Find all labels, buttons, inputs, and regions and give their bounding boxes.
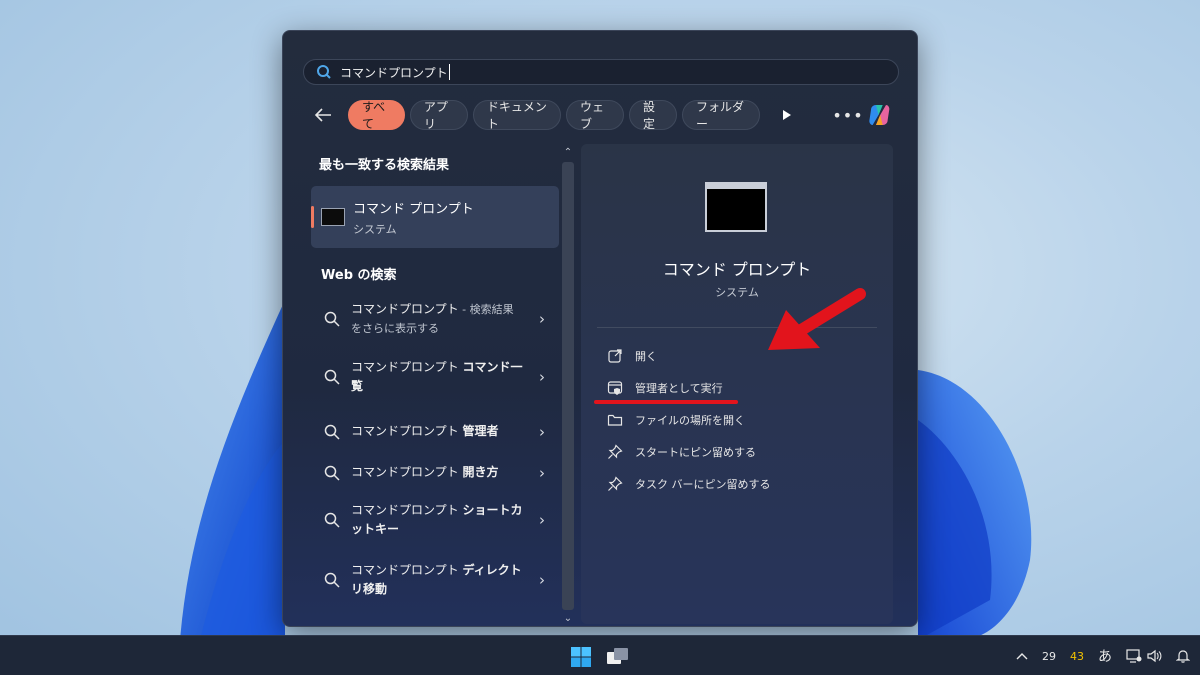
open-external-icon (608, 349, 622, 363)
detail-title: コマンド プロンプト (662, 260, 812, 279)
action-pin-to-start[interactable]: スタートにピン留めする (607, 444, 756, 460)
scrollbar-thumb[interactable] (562, 162, 574, 610)
search-input[interactable]: コマンドプロンプト (340, 64, 448, 81)
action-pin-to-start-label: スタートにピン留めする (635, 446, 756, 459)
web-result-text: コマンドプロンプト (351, 302, 459, 316)
web-result-bold: 開き方 (462, 465, 499, 479)
taskbar: 29 43 あ (0, 635, 1200, 675)
scroll-filters-button[interactable] (775, 101, 798, 129)
chevron-right-icon: › (539, 368, 545, 386)
chevron-right-icon: › (539, 511, 545, 529)
action-pin-to-taskbar-label: タスク バーにピン留めする (635, 478, 771, 491)
web-result-item[interactable]: コマンドプロンプト 管理者 › (323, 422, 559, 441)
filter-chip-web[interactable]: ウェブ (565, 100, 624, 131)
web-result-text: コマンドプロンプト (351, 360, 463, 374)
scroll-down-icon[interactable]: ⌄ (562, 612, 574, 626)
action-pin-to-taskbar[interactable]: タスク バーにピン留めする (607, 476, 771, 492)
filter-chip-documents[interactable]: ドキュメント (472, 100, 561, 131)
chevron-up-icon[interactable] (1016, 652, 1028, 660)
web-result-item[interactable]: コマンドプロンプト ショートカットキー › (323, 501, 559, 539)
ime-indicator[interactable]: あ (1098, 646, 1112, 666)
network-icon[interactable] (1126, 649, 1142, 663)
web-result-item[interactable]: コマンドプロンプト ディレクトリ移動 › (323, 561, 559, 599)
best-match-subtitle: システム (353, 222, 397, 236)
windows-start-icon[interactable] (570, 646, 592, 668)
volume-icon[interactable] (1146, 649, 1162, 663)
chevron-right-icon: › (539, 310, 545, 328)
web-result-bold: 管理者 (462, 424, 499, 438)
play-icon (782, 110, 791, 120)
action-run-as-admin-label: 管理者として実行 (635, 382, 723, 395)
filter-chip-folders[interactable]: フォルダー (681, 100, 760, 131)
web-result-suffix: - 検索結果 (458, 303, 514, 316)
action-open-file-location-label: ファイルの場所を開く (635, 414, 745, 427)
tray-value-1[interactable]: 29 (1042, 650, 1056, 663)
pin-icon (608, 476, 623, 491)
action-open[interactable]: 開く (607, 348, 657, 364)
web-result-item[interactable]: コマンドプロンプト - 検索結果をさらに表示する › (323, 300, 559, 338)
pin-icon (608, 444, 623, 459)
search-icon (324, 424, 340, 440)
action-run-as-admin[interactable]: 管理者として実行 (607, 380, 723, 396)
web-search-heading: Web の検索 (321, 268, 397, 283)
annotation-underline (594, 400, 738, 404)
action-open-file-location[interactable]: ファイルの場所を開く (607, 412, 745, 428)
system-tray: 29 43 あ (1002, 636, 1190, 675)
chevron-right-icon: › (539, 463, 545, 482)
search-icon (324, 572, 340, 588)
web-result-text: コマンドプロンプト (351, 503, 463, 517)
action-open-label: 開く (635, 350, 657, 363)
search-icon (324, 369, 340, 385)
back-button[interactable] (313, 103, 333, 127)
search-icon (324, 465, 340, 481)
web-result-text: コマンドプロンプト (351, 424, 463, 438)
best-match-item[interactable]: コマンド プロンプト システム (311, 186, 559, 248)
results-list: 最も一致する検索結果 コマンド プロンプト システム Web の検索 コマンドプ… (303, 144, 559, 626)
filter-chip-settings[interactable]: 設定 (628, 100, 677, 131)
results-scrollbar[interactable]: ⌃ ⌄ (559, 144, 577, 626)
search-icon (324, 512, 340, 528)
command-prompt-icon (321, 208, 345, 226)
web-result-line2: をさらに表示する (351, 322, 439, 335)
best-match-title: コマンド プロンプト (353, 201, 474, 217)
annotation-arrow-icon (768, 288, 866, 350)
search-icon (317, 65, 331, 79)
filter-row: すべて アプリ ドキュメント ウェブ 設定 フォルダー ••• (313, 99, 893, 131)
copilot-icon[interactable] (866, 99, 893, 131)
filter-chip-apps[interactable]: アプリ (409, 100, 468, 131)
text-caret (448, 64, 450, 80)
shield-window-icon (607, 381, 623, 395)
scroll-up-icon[interactable]: ⌃ (562, 146, 574, 160)
chevron-right-icon: › (539, 571, 545, 589)
folder-icon (607, 414, 623, 426)
more-options-button[interactable]: ••• (832, 106, 862, 125)
selection-accent (311, 206, 314, 228)
web-result-item[interactable]: コマンドプロンプト コマンド一覧 › (323, 358, 559, 396)
search-icon (324, 311, 340, 327)
search-box[interactable]: コマンドプロンプト (303, 59, 899, 85)
web-result-item[interactable]: コマンドプロンプト 開き方 › (323, 463, 559, 482)
best-match-heading: 最も一致する検索結果 (319, 158, 450, 173)
back-arrow-icon (314, 108, 331, 122)
detail-pane: コマンド プロンプト システム 開く 管理者として実行 ファイルの場所を開く ス… (581, 144, 893, 624)
filter-chip-all[interactable]: すべて (348, 100, 405, 131)
command-prompt-large-icon (705, 182, 767, 232)
notification-bell-icon[interactable] (1176, 649, 1190, 663)
tray-value-2[interactable]: 43 (1070, 650, 1084, 663)
web-result-text: コマンドプロンプト (351, 465, 463, 479)
task-view-icon[interactable] (606, 646, 630, 668)
chevron-right-icon: › (539, 422, 545, 441)
web-result-text: コマンドプロンプト (351, 563, 463, 577)
